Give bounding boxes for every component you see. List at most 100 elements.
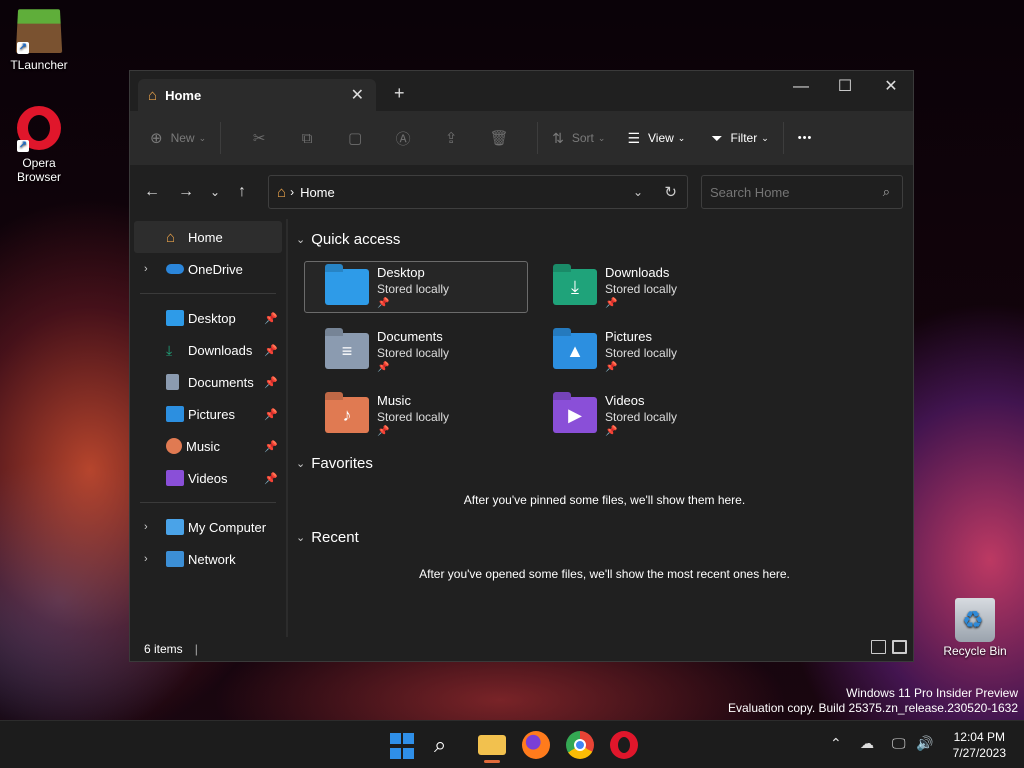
paste-icon[interactable]: ▢: [331, 129, 379, 147]
tab-home[interactable]: ⌂ Home ✕: [138, 79, 376, 111]
delete-icon[interactable]: 🗑: [475, 129, 523, 147]
new-tab-button[interactable]: +: [394, 83, 405, 104]
nav-item-videos[interactable]: Videos 📌: [134, 462, 282, 494]
nav-item-music[interactable]: Music 📌: [134, 430, 282, 462]
more-options-button[interactable]: •••: [798, 132, 813, 144]
videos-icon: [166, 470, 184, 486]
folder-downloads[interactable]: ⤓ Downloads Stored locally 📌: [532, 261, 756, 313]
nav-item-onedrive[interactable]: › OneDrive: [134, 253, 282, 285]
opera-taskbar-icon[interactable]: [610, 731, 638, 759]
search-taskbar-icon[interactable]: ⌕: [434, 731, 462, 759]
folder-videos[interactable]: ▶ Videos Stored locally 📌: [532, 389, 756, 441]
start-button[interactable]: [390, 733, 418, 761]
section-recent[interactable]: ⌄ Recent: [296, 523, 913, 551]
search-input[interactable]: [702, 176, 902, 208]
folder-pictures[interactable]: ▲ Pictures Stored locally 📌: [532, 325, 756, 377]
collapse-chevron-icon: ⌄: [296, 531, 306, 544]
toolbar-divider: [782, 122, 784, 154]
nav-item-downloads[interactable]: ⤓ Downloads 📌: [134, 334, 282, 366]
breadcrumb-home[interactable]: Home: [300, 185, 335, 200]
documents-folder-icon: ≡: [325, 333, 369, 369]
nav-item-desktop[interactable]: Desktop 📌: [134, 302, 282, 334]
recent-locations-chevron-icon[interactable]: ⌄: [210, 185, 220, 199]
plus-circle-icon: ⊕: [150, 130, 163, 147]
onedrive-tray-icon[interactable]: ☁: [860, 735, 874, 752]
section-quick-access[interactable]: ⌄ Quick access: [296, 225, 913, 253]
os-watermark: Windows 11 Pro Insider Preview Evaluatio…: [728, 686, 1018, 715]
minimize-button[interactable]: —: [778, 75, 824, 99]
up-arrow-icon[interactable]: ↑: [238, 183, 246, 201]
folder-documents[interactable]: ≡ Documents Stored locally 📌: [304, 325, 528, 377]
pin-icon: 📌: [377, 426, 390, 437]
sort-icon: ⇅: [552, 129, 564, 146]
title-bar: ⌂ Home ✕ + — ☐ ✕: [130, 71, 913, 111]
videos-folder-icon: ▶: [553, 397, 597, 433]
desktop-icon-tlauncher[interactable]: ↗ TLauncher: [4, 6, 74, 72]
pin-icon: 📌: [264, 312, 278, 325]
maximize-button[interactable]: ☐: [822, 75, 868, 99]
show-hidden-icons-chevron[interactable]: ⌃: [830, 735, 842, 752]
nav-divider: [140, 502, 276, 503]
search-box[interactable]: ⌕: [701, 175, 903, 209]
share-icon[interactable]: ⇪: [427, 129, 475, 147]
nav-item-network[interactable]: › Network: [134, 543, 282, 575]
large-icons-view-icon[interactable]: [892, 640, 907, 654]
rename-icon[interactable]: Ⓐ: [379, 128, 427, 149]
network-tray-icon[interactable]: 🖵: [892, 735, 906, 752]
content-pane: ⌄ Quick access Desktop Stored locally 📌 …: [288, 219, 913, 637]
pin-icon: 📌: [605, 426, 618, 437]
home-icon: ⌂: [166, 229, 176, 246]
forward-arrow-icon[interactable]: →: [178, 183, 194, 201]
computer-icon: [166, 519, 184, 535]
home-icon: ⌂: [277, 183, 287, 201]
clock[interactable]: 12:04 PM 7/27/2023: [953, 729, 1006, 761]
desktop-icon-label: Opera Browser: [16, 156, 61, 184]
chrome-icon[interactable]: [566, 731, 594, 759]
collapse-chevron-icon: ⌄: [296, 457, 306, 470]
expand-chevron-icon[interactable]: ›: [144, 553, 148, 565]
desktop-icon-opera[interactable]: ↗ Opera Browser: [4, 104, 74, 184]
filter-button[interactable]: ⏷ Filter ⌄: [711, 130, 768, 147]
pictures-icon: [166, 406, 184, 422]
file-explorer-window: ⌂ Home ✕ + — ☐ ✕ ⊕ New ⌄ ✂ ⧉ ▢ Ⓐ ⇪ 🗑 ⇅ S…: [129, 70, 914, 662]
pin-icon: 📌: [264, 344, 278, 357]
chevron-down-icon: ⌄: [198, 132, 207, 143]
chevron-down-icon: ⌄: [761, 132, 769, 143]
folder-music[interactable]: ♪ Music Stored locally 📌: [304, 389, 528, 441]
nav-item-my-computer[interactable]: › My Computer: [134, 511, 282, 543]
nav-item-documents[interactable]: Documents 📌: [134, 366, 282, 398]
section-favorites[interactable]: ⌄ Favorites: [296, 449, 913, 477]
item-count: 6 items: [144, 642, 183, 656]
volume-icon[interactable]: 🔊: [916, 735, 933, 752]
back-arrow-icon[interactable]: ←: [144, 183, 160, 201]
cut-icon[interactable]: ✂: [235, 129, 283, 147]
document-icon: [166, 374, 179, 390]
navigation-pane: ⌂ Home › OneDrive Desktop 📌 ⤓ Downloads …: [130, 219, 288, 637]
sort-button[interactable]: ⇅ Sort ⌄: [552, 130, 605, 147]
nav-item-home[interactable]: ⌂ Home: [134, 221, 282, 253]
address-box[interactable]: ⌂ › Home ⌄ ↻: [268, 175, 688, 209]
downloads-folder-icon: ⤓: [553, 269, 597, 305]
desktop-icon-recycle-bin[interactable]: Recycle Bin: [940, 598, 1010, 658]
details-view-icon[interactable]: [871, 640, 886, 654]
close-window-button[interactable]: ✕: [868, 75, 914, 99]
desktop-folder-icon: [325, 269, 369, 305]
nav-item-pictures[interactable]: Pictures 📌: [134, 398, 282, 430]
copy-icon[interactable]: ⧉: [283, 130, 331, 147]
status-divider: |: [194, 642, 198, 656]
refresh-icon[interactable]: ↻: [664, 183, 677, 201]
folder-desktop[interactable]: Desktop Stored locally 📌: [304, 261, 528, 313]
pin-icon: 📌: [605, 362, 618, 373]
close-tab-icon[interactable]: ✕: [351, 85, 364, 105]
firefox-icon[interactable]: [522, 731, 550, 759]
address-dropdown-icon[interactable]: ⌄: [633, 185, 643, 199]
chevron-down-icon: ⌄: [597, 132, 606, 143]
expand-chevron-icon[interactable]: ›: [144, 521, 148, 533]
expand-chevron-icon[interactable]: ›: [144, 263, 148, 275]
new-button[interactable]: ⊕ New ⌄: [150, 129, 206, 147]
toolbar-divider: [537, 122, 539, 154]
file-explorer-taskbar-icon[interactable]: [478, 735, 506, 763]
pin-icon: 📌: [264, 440, 278, 453]
view-button[interactable]: ☰ View ⌄: [627, 130, 685, 147]
home-icon: ⌂: [148, 86, 158, 104]
